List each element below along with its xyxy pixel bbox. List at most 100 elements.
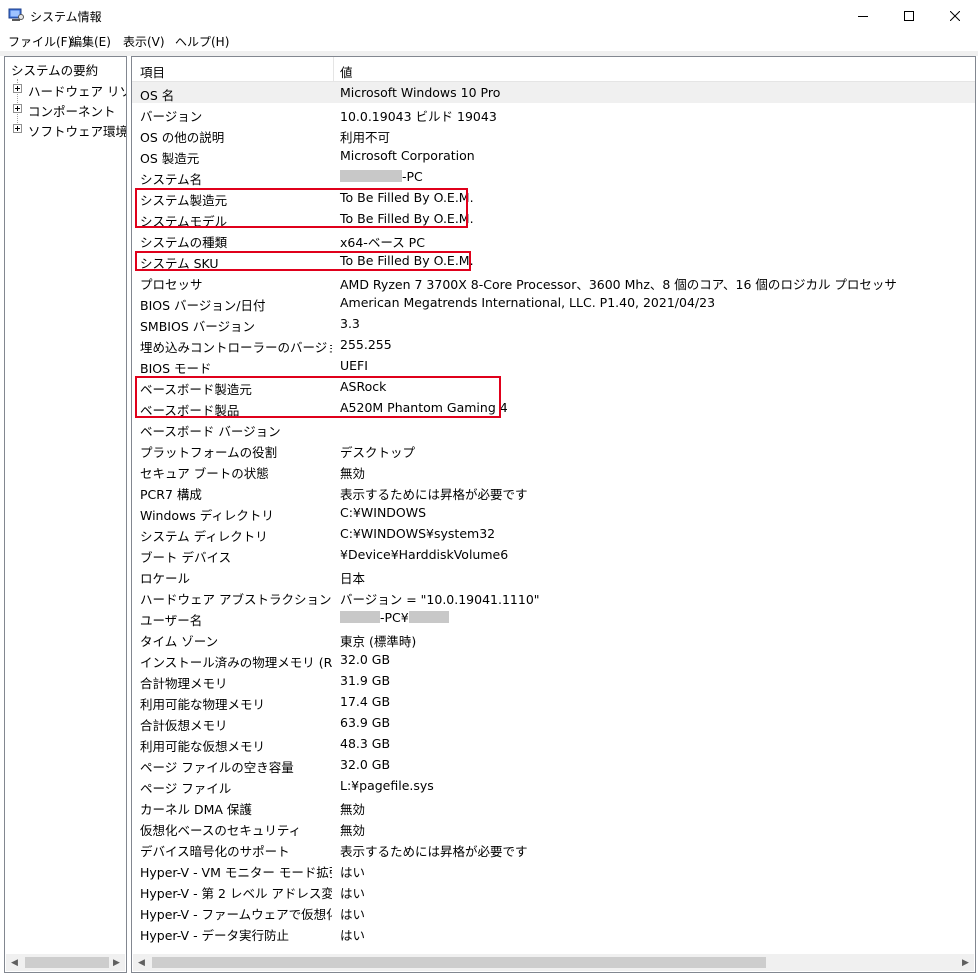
table-row[interactable]: 合計物理メモリ 31.9 GB xyxy=(132,670,975,691)
category-tree[interactable]: システムの要約 ハードウェア リソース コンポーネント ソフトウェア環境 ◀ ▶ xyxy=(4,56,127,973)
expand-icon[interactable] xyxy=(13,84,22,93)
table-row[interactable]: Hyper-V - データ実行防止 はい xyxy=(132,922,975,943)
row-item-name: Hyper-V - ファームウェアで仮想化が... xyxy=(140,907,332,922)
table-row[interactable]: Windows ディレクトリ C:¥WINDOWS xyxy=(132,502,975,523)
table-row[interactable]: 仮想化ベースのセキュリティ 無効 xyxy=(132,817,975,838)
maximize-icon xyxy=(904,10,914,21)
row-item-value: 東京 (標準時) xyxy=(340,634,417,649)
row-item-value: C:¥WINDOWS¥system32 xyxy=(340,526,496,541)
scrollbar-thumb[interactable] xyxy=(25,957,109,968)
row-item-name: ユーザー名 xyxy=(140,613,203,628)
row-item-name: カーネル DMA 保護 xyxy=(140,802,252,817)
table-row[interactable]: SMBIOS バージョン 3.3 xyxy=(132,313,975,334)
highlight-box-system-manufacturer-model xyxy=(135,188,468,228)
row-item-name: OS 名 xyxy=(140,88,175,103)
row-item-value: L:¥pagefile.sys xyxy=(340,778,434,793)
list-horizontal-scrollbar[interactable]: ◀ ▶ xyxy=(133,954,974,971)
tree-item-system-summary[interactable]: システムの要約 xyxy=(11,60,98,79)
tree-item-label: コンポーネント xyxy=(28,104,116,119)
table-row[interactable]: 利用可能な仮想メモリ 48.3 GB xyxy=(132,733,975,754)
row-item-value: UEFI xyxy=(340,358,368,373)
table-row[interactable]: Hyper-V - VM モニター モード拡張... はい xyxy=(132,859,975,880)
table-row[interactable]: PCR7 構成 表示するためには昇格が必要です xyxy=(132,481,975,502)
row-item-value: はい xyxy=(340,886,366,901)
close-button[interactable] xyxy=(932,0,978,31)
tree-horizontal-scrollbar[interactable]: ◀ ▶ xyxy=(6,954,125,971)
table-row[interactable]: 利用可能な物理メモリ 17.4 GB xyxy=(132,691,975,712)
column-separator[interactable] xyxy=(333,57,334,81)
scroll-left-icon[interactable]: ◀ xyxy=(6,954,23,971)
table-row[interactable]: OS 製造元 Microsoft Corporation xyxy=(132,145,975,166)
scrollbar-thumb[interactable] xyxy=(152,957,766,968)
row-item-name: セキュア ブートの状態 xyxy=(140,466,269,481)
row-item-value: 日本 xyxy=(340,571,366,586)
row-item-name: 利用可能な物理メモリ xyxy=(140,697,266,712)
row-item-value: ¥Device¥HarddiskVolume6 xyxy=(340,547,509,562)
row-item-value: 48.3 GB xyxy=(340,736,391,751)
table-row[interactable]: システム ディレクトリ C:¥WINDOWS¥system32 xyxy=(132,523,975,544)
table-row[interactable]: カーネル DMA 保護 無効 xyxy=(132,796,975,817)
row-item-value: Microsoft Windows 10 Pro xyxy=(340,85,501,100)
details-list[interactable]: 項目 値 OS 名 Microsoft Windows 10 Pro バージョン 10… xyxy=(131,56,976,973)
table-row[interactable]: セキュア ブートの状態 無効 xyxy=(132,460,975,481)
table-row[interactable]: システムの種類 x64-ベース PC xyxy=(132,229,975,250)
table-row[interactable]: Hyper-V - 第 2 レベル アドレス変... はい xyxy=(132,880,975,901)
row-item-value: 255.255 xyxy=(340,337,392,352)
table-row[interactable]: Hyper-V - ファームウェアで仮想化が... はい xyxy=(132,901,975,922)
table-row[interactable]: プロセッサ AMD Ryzen 7 3700X 8-Core Processor、… xyxy=(132,271,975,292)
menu-file[interactable]: ファイル(F) xyxy=(8,33,72,50)
table-row[interactable]: インストール済みの物理メモリ (RAM) 32.0 GB xyxy=(132,649,975,670)
row-item-name: バージョン xyxy=(140,109,203,124)
row-item-value: Microsoft Corporation xyxy=(340,148,475,163)
table-row[interactable]: バージョン 10.0.19043 ビルド 19043 xyxy=(132,103,975,124)
row-item-name: 合計仮想メモリ xyxy=(140,718,228,733)
row-item-value: 3.3 xyxy=(340,316,360,331)
row-item-name: システム名 xyxy=(140,172,203,187)
row-item-value: はい xyxy=(340,928,366,943)
row-item-name: 利用可能な仮想メモリ xyxy=(140,739,266,754)
table-row[interactable]: OS 名 Microsoft Windows 10 Pro xyxy=(132,82,975,103)
table-row[interactable]: デバイス暗号化のサポート 表示するためには昇格が必要です xyxy=(132,838,975,859)
row-item-name: ベースボード バージョン xyxy=(140,424,281,439)
highlight-box-baseboard xyxy=(135,376,501,418)
table-row[interactable]: 合計仮想メモリ 63.9 GB xyxy=(132,712,975,733)
column-header-item[interactable]: 項目 xyxy=(140,62,165,81)
table-row[interactable]: ベースボード バージョン xyxy=(132,418,975,439)
minimize-button[interactable] xyxy=(840,0,886,31)
row-item-value: -PC xyxy=(340,169,423,184)
table-row[interactable]: BIOS バージョン/日付 American Megatrends Interna… xyxy=(132,292,975,313)
table-row[interactable]: タイム ゾーン 東京 (標準時) xyxy=(132,628,975,649)
row-item-value: 31.9 GB xyxy=(340,673,391,688)
row-item-value: 表示するためには昇格が必要です xyxy=(340,487,528,502)
scroll-right-icon[interactable]: ▶ xyxy=(957,954,974,971)
table-row[interactable]: ハードウェア アブストラクション レイヤーバージョン = "10.0.19041… xyxy=(132,586,975,607)
expand-icon[interactable] xyxy=(13,104,22,113)
row-item-value: 10.0.19043 ビルド 19043 xyxy=(340,109,497,124)
table-row[interactable]: ページ ファイルの空き容量 32.0 GB xyxy=(132,754,975,775)
row-item-value: バージョン = "10.0.19041.1110" xyxy=(340,592,540,607)
menu-view[interactable]: 表示(V) xyxy=(123,33,165,50)
row-item-name: Hyper-V - VM モニター モード拡張... xyxy=(140,865,332,880)
scroll-left-icon[interactable]: ◀ xyxy=(133,954,150,971)
highlight-box-system-sku xyxy=(135,251,471,271)
table-row[interactable]: ブート デバイス ¥Device¥HarddiskVolume6 xyxy=(132,544,975,565)
window-title: システム情報 xyxy=(30,10,102,24)
expand-icon[interactable] xyxy=(13,124,22,133)
table-row[interactable]: ロケール 日本 xyxy=(132,565,975,586)
menu-help[interactable]: ヘルプ(H) xyxy=(175,33,229,50)
table-row[interactable]: プラットフォームの役割 デスクトップ xyxy=(132,439,975,460)
table-row[interactable]: ユーザー名 -PC¥ xyxy=(132,607,975,628)
row-item-value: はい xyxy=(340,865,366,880)
table-row[interactable]: ページ ファイル L:¥pagefile.sys xyxy=(132,775,975,796)
row-item-name: OS の他の説明 xyxy=(140,130,225,145)
menu-edit[interactable]: 編集(E) xyxy=(70,33,111,50)
maximize-button[interactable] xyxy=(886,0,932,31)
table-row[interactable]: BIOS モード UEFI xyxy=(132,355,975,376)
column-header-value[interactable]: 値 xyxy=(340,62,353,81)
table-row[interactable]: システム名 -PC xyxy=(132,166,975,187)
tree-item-label: ハードウェア リソース xyxy=(28,84,126,99)
system-information-app-icon xyxy=(8,8,24,22)
table-row[interactable]: OS の他の説明 利用不可 xyxy=(132,124,975,145)
table-row[interactable]: 埋め込みコントローラーのバージョン 255.255 xyxy=(132,334,975,355)
scroll-right-icon[interactable]: ▶ xyxy=(108,954,125,971)
